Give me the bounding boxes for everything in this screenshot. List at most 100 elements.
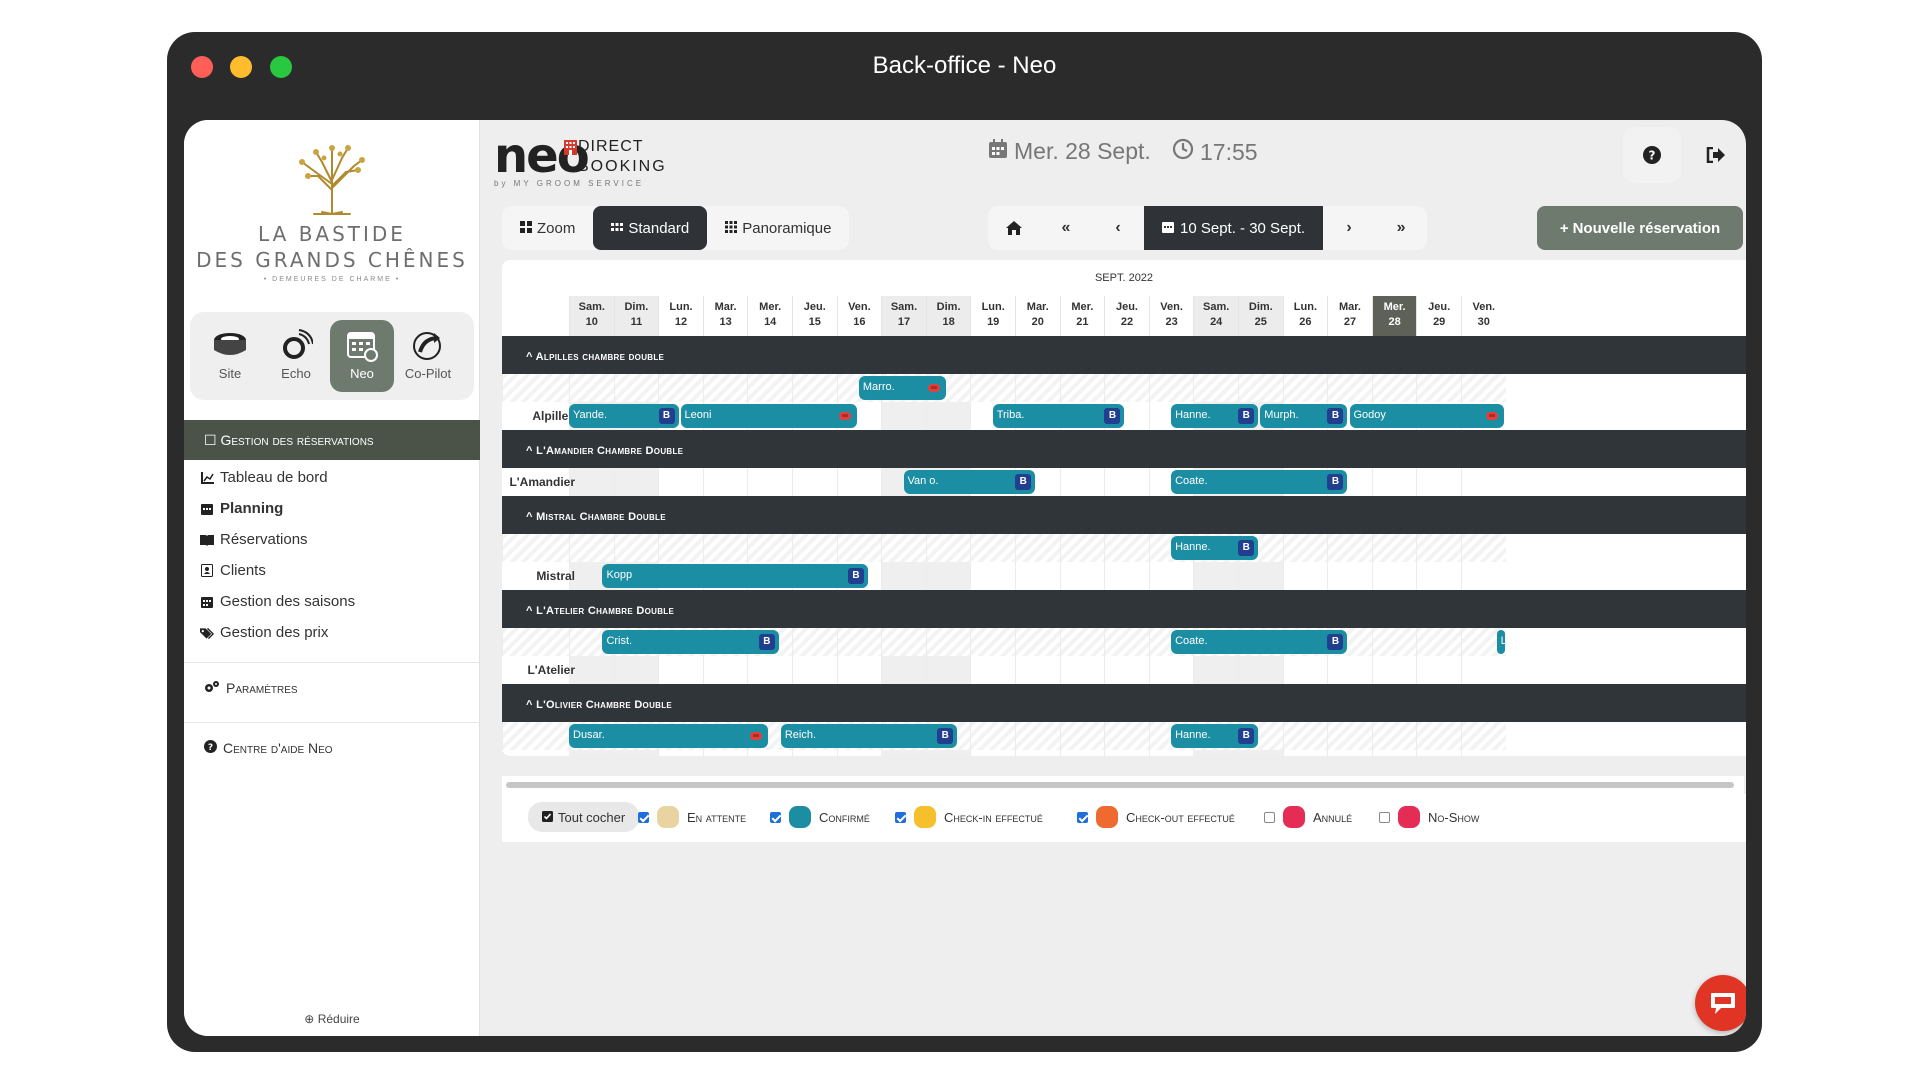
day-slot[interactable] (1371, 562, 1417, 590)
day-header[interactable]: Dim. 25 (1238, 296, 1283, 336)
day-slot[interactable] (1371, 656, 1417, 684)
app-site-button[interactable]: Site (198, 320, 262, 392)
day-slot[interactable] (1416, 750, 1461, 756)
booking-bar[interactable]: Godoy (1349, 404, 1504, 428)
day-header[interactable]: Ven. 23 (1148, 296, 1194, 336)
day-slot[interactable] (613, 750, 659, 756)
day-header[interactable]: Lun. 19 (970, 296, 1015, 336)
day-slot[interactable] (792, 534, 837, 562)
day-header[interactable]: Sam. 17 (881, 296, 926, 336)
day-slot[interactable] (1461, 750, 1506, 756)
legend-checkbox[interactable] (1379, 811, 1390, 823)
day-slot[interactable] (1104, 374, 1149, 402)
booking-bar[interactable]: Van o. B (903, 470, 1036, 494)
booking-bar[interactable]: Coate. B (1171, 470, 1348, 494)
day-slot[interactable] (1327, 656, 1372, 684)
day-header[interactable]: Mer. 28 (1371, 296, 1417, 336)
day-header[interactable]: Mar. 27 (1327, 296, 1372, 336)
legend-item[interactable]: No-Show (1379, 802, 1479, 832)
day-slot[interactable] (1282, 534, 1328, 562)
day-slot[interactable] (658, 374, 703, 402)
day-slot[interactable] (1059, 468, 1105, 496)
day-header[interactable]: Ven. 16 (836, 296, 882, 336)
day-slot[interactable] (1371, 374, 1417, 402)
room-category-header[interactable]: ^ Mistral Chambre Double (502, 496, 1746, 534)
sidebar-item-reservations[interactable]: Réservations (200, 531, 308, 548)
day-slot[interactable] (792, 656, 837, 684)
day-slot[interactable] (613, 468, 659, 496)
day-header[interactable]: Lun. 12 (658, 296, 703, 336)
legend-checkbox[interactable] (770, 811, 781, 823)
day-slot[interactable] (658, 750, 703, 756)
day-slot[interactable] (970, 374, 1015, 402)
date-range-picker[interactable]: 10 Sept. - 30 Sept. (1144, 206, 1324, 250)
day-header[interactable]: Sam. 10 (569, 296, 614, 336)
day-slot[interactable] (925, 402, 971, 430)
day-slot[interactable] (1148, 562, 1194, 590)
legend-checkbox[interactable] (638, 811, 649, 823)
booking-bar[interactable]: Hanne. B (1171, 404, 1259, 428)
day-slot[interactable] (1059, 656, 1105, 684)
day-slot[interactable] (1327, 722, 1372, 750)
booking-bar[interactable]: Kopp B (602, 564, 869, 588)
day-slot[interactable] (747, 750, 792, 756)
day-header[interactable]: Mar. 20 (1015, 296, 1060, 336)
day-slot[interactable] (1327, 534, 1372, 562)
day-slot[interactable] (1282, 374, 1328, 402)
day-slot[interactable] (1371, 722, 1417, 750)
booking-bar[interactable]: Triba. B (992, 404, 1125, 428)
legend-item[interactable]: Confirmé (770, 802, 870, 832)
day-header[interactable]: Ven. 30 (1461, 296, 1506, 336)
day-slot[interactable] (1282, 722, 1328, 750)
day-slot[interactable] (1193, 562, 1238, 590)
day-slot[interactable] (1238, 374, 1283, 402)
legend-checkbox[interactable] (895, 811, 906, 823)
day-slot[interactable] (1015, 374, 1060, 402)
day-slot[interactable] (1193, 656, 1238, 684)
day-slot[interactable] (702, 656, 748, 684)
booking-bar[interactable]: Dusar. (569, 724, 768, 748)
day-slot[interactable] (925, 534, 971, 562)
day-slot[interactable] (1371, 534, 1417, 562)
sidebar-item-settings[interactable]: Paramètres (204, 680, 298, 696)
day-header[interactable]: Jeu. 15 (792, 296, 837, 336)
sidebar-item-planning[interactable]: Planning (200, 500, 283, 517)
day-header[interactable]: Mar. 13 (702, 296, 748, 336)
day-slot[interactable] (747, 374, 792, 402)
day-slot[interactable] (702, 750, 748, 756)
day-slot[interactable] (1104, 750, 1149, 756)
booking-bar[interactable]: L (1496, 630, 1505, 654)
day-slot[interactable] (881, 656, 926, 684)
day-slot[interactable] (1148, 374, 1194, 402)
day-slot[interactable] (1104, 562, 1149, 590)
day-header[interactable]: Jeu. 29 (1416, 296, 1461, 336)
check-all-button[interactable]: Tout cocher (528, 802, 640, 832)
day-slot[interactable] (970, 656, 1015, 684)
day-slot[interactable] (1461, 534, 1506, 562)
day-slot[interactable] (1371, 628, 1417, 656)
day-slot[interactable] (836, 534, 882, 562)
room-category-header[interactable]: ^ L'Atelier Chambre Double (502, 590, 1746, 628)
day-slot[interactable] (792, 374, 837, 402)
day-slot[interactable] (1461, 656, 1506, 684)
day-slot[interactable] (1193, 374, 1238, 402)
day-slot[interactable] (970, 562, 1015, 590)
sidebar-item-clients[interactable]: Clients (200, 562, 266, 579)
day-slot[interactable] (925, 628, 971, 656)
booking-bar[interactable]: Hanne. B (1171, 536, 1259, 560)
day-slot[interactable] (1327, 562, 1372, 590)
day-slot[interactable] (881, 534, 926, 562)
legend-item[interactable]: En attente (638, 802, 746, 832)
view-standard-button[interactable]: Standard (593, 206, 708, 250)
day-slot[interactable] (1015, 534, 1060, 562)
booking-bar[interactable]: Reich. B (780, 724, 958, 748)
day-slot[interactable] (1416, 374, 1461, 402)
day-slot[interactable] (1416, 468, 1461, 496)
legend-checkbox[interactable] (1264, 811, 1275, 823)
day-slot[interactable] (1327, 374, 1372, 402)
day-slot[interactable] (747, 534, 792, 562)
day-slot[interactable] (658, 656, 703, 684)
app-neo-button[interactable]: Neo (330, 320, 394, 392)
today-button[interactable] (988, 206, 1040, 250)
day-slot[interactable] (1461, 722, 1506, 750)
